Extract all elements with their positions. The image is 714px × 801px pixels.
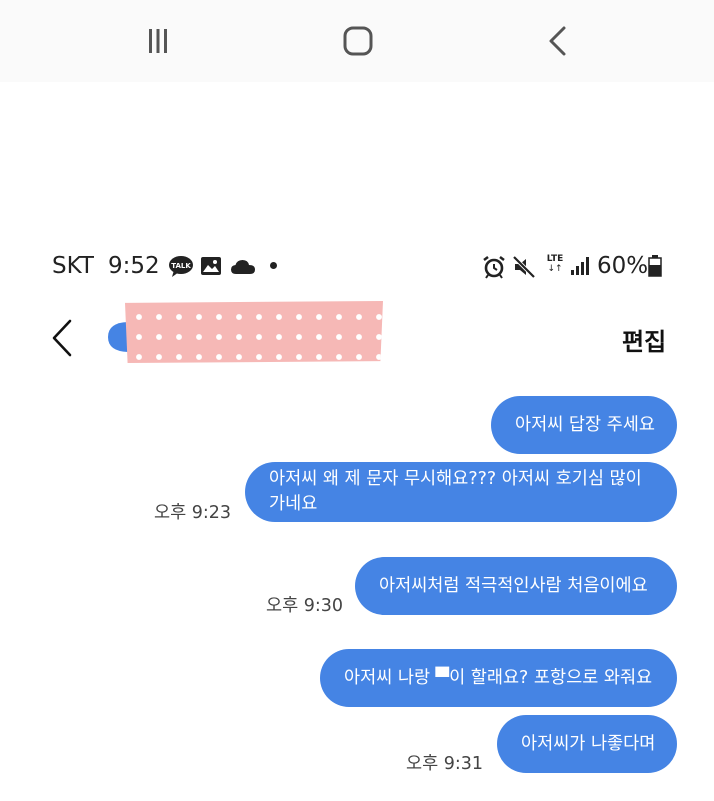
home-icon[interactable]	[338, 22, 378, 60]
recent-apps-icon[interactable]	[138, 22, 178, 60]
message-text: 아저씨 왜 제 문자 무시해요??? 아저씨 호기심 많이가네요	[269, 469, 642, 514]
message-timestamp: 오후 9:23	[154, 503, 232, 523]
battery-percent: 60%	[597, 253, 649, 279]
message-timestamp: 오후 9:31	[406, 754, 484, 774]
message-text: 아저씨 나랑 ▀이 할래요? 포항으로 와줘요	[344, 667, 653, 688]
message-text: 아저씨가 나좋다며	[521, 733, 656, 754]
lte-icon: LTE ↓↑	[544, 254, 566, 274]
lte-arrows: ↓↑	[547, 264, 563, 274]
cloud-icon	[230, 259, 256, 279]
mute-icon	[512, 255, 536, 283]
contact-name-redacted	[125, 301, 383, 363]
message-text: 아저씨처럼 적극적인사람 처음이에요	[379, 575, 648, 596]
chevron-left-icon[interactable]	[48, 318, 78, 358]
lte-label: LTE	[546, 254, 564, 264]
message-bubble[interactable]: 아저씨가 나좋다며	[497, 715, 677, 773]
message-bubble[interactable]: 아저씨 답장 주세요	[491, 396, 677, 454]
carrier-label: SKT	[52, 253, 94, 279]
message-bubble[interactable]: 아저씨처럼 적극적인사람 처음이에요	[355, 557, 677, 615]
blank-area	[0, 82, 714, 240]
edit-button[interactable]: 편집	[622, 322, 666, 357]
back-icon[interactable]	[538, 22, 578, 60]
kakaotalk-icon: TALK	[168, 255, 194, 281]
battery-icon	[648, 255, 662, 281]
message-bubble[interactable]: 아저씨 나랑 ▀이 할래요? 포항으로 와줘요	[320, 649, 677, 707]
signal-icon	[570, 256, 590, 280]
alarm-icon	[482, 255, 506, 283]
message-timestamp: 오후 9:30	[266, 596, 344, 616]
status-time: 9:52	[108, 253, 160, 279]
dot-icon	[270, 262, 277, 269]
gallery-icon	[200, 256, 222, 280]
talk-label: TALK	[171, 262, 191, 270]
message-text: 아저씨 답장 주세요	[515, 414, 655, 435]
message-bubble[interactable]: 아저씨 왜 제 문자 무시해요??? 아저씨 호기심 많이가네요	[245, 462, 677, 522]
navigation-bar	[0, 0, 714, 82]
